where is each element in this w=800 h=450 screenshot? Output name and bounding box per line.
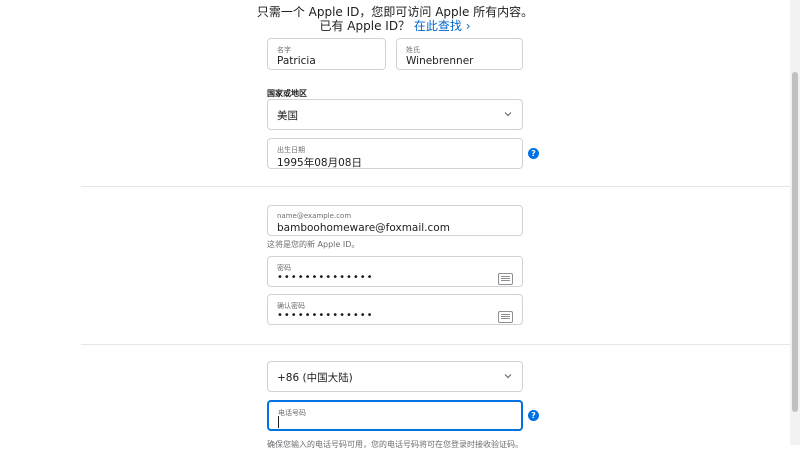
keyboard-icon[interactable] xyxy=(498,273,513,285)
scrollbar-thumb[interactable] xyxy=(792,72,798,412)
section-divider xyxy=(81,186,790,187)
phone-number-field[interactable]: 电话号码 xyxy=(267,400,523,431)
keyboard-icon[interactable] xyxy=(498,311,513,323)
first-name-field[interactable]: 名字 Patricia xyxy=(267,38,386,70)
birthday-label: 出生日期 xyxy=(277,146,305,154)
confirm-password-field[interactable]: 确认密码 •••••••••••••• xyxy=(267,294,523,325)
last-name-value: Winebrenner xyxy=(406,55,474,67)
section-divider xyxy=(81,344,790,345)
phone-country-value: +86 (中国大陆) xyxy=(277,372,353,384)
country-selected-value: 美国 xyxy=(277,110,298,122)
email-label: name@example.com xyxy=(277,212,352,220)
region-section-title: 国家或地区 xyxy=(267,89,307,98)
email-value: bamboohomeware@foxmail.com xyxy=(277,222,450,234)
first-name-value: Patricia xyxy=(277,55,316,67)
intro-prefix: 已有 Apple ID？ xyxy=(319,19,411,33)
phone-number-label: 电话号码 xyxy=(278,409,306,417)
chevron-down-icon xyxy=(504,374,512,379)
last-name-label: 姓氏 xyxy=(406,46,420,54)
password-value: •••••••••••••• xyxy=(277,272,374,283)
find-apple-id-link[interactable]: 在此查找 › xyxy=(414,19,471,33)
email-field[interactable]: name@example.com bamboohomeware@foxmail.… xyxy=(267,205,523,236)
chevron-down-icon xyxy=(504,112,512,117)
country-select[interactable]: 美国 xyxy=(267,99,523,130)
first-name-label: 名字 xyxy=(277,46,291,54)
intro-find-line: 已有 Apple ID？ 在此查找 › xyxy=(0,17,790,34)
password-field[interactable]: 密码 •••••••••••••• xyxy=(267,256,523,287)
birthday-field[interactable]: 出生日期 1995年08月08日 xyxy=(267,138,523,169)
birthday-help-icon[interactable]: ? xyxy=(528,148,539,159)
phone-country-select[interactable]: +86 (中国大陆) xyxy=(267,361,523,392)
phone-help-icon[interactable]: ? xyxy=(528,410,539,421)
confirm-password-value: •••••••••••••• xyxy=(277,310,374,321)
last-name-field[interactable]: 姓氏 Winebrenner xyxy=(396,38,523,70)
birthday-value: 1995年08月08日 xyxy=(277,157,362,169)
text-caret xyxy=(278,416,279,428)
email-hint: 这将是您的新 Apple ID。 xyxy=(267,240,360,249)
